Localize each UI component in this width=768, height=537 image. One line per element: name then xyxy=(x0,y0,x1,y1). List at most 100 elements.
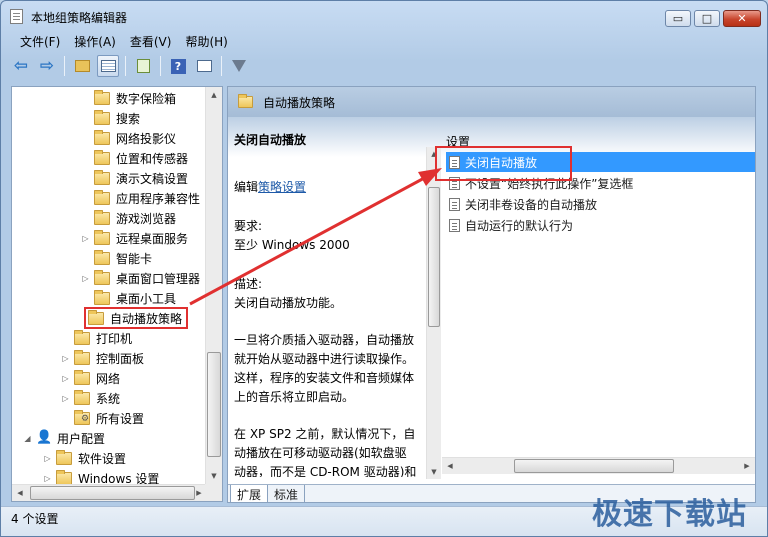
folder-icon xyxy=(88,309,104,325)
description-value: 关闭自动播放功能。 xyxy=(234,296,343,310)
tree-expander[interactable]: ▷ xyxy=(42,454,53,463)
folder-icon xyxy=(94,249,110,265)
tree-vertical-scrollbar[interactable]: ▲ ▼ xyxy=(205,87,222,484)
filter-button[interactable] xyxy=(228,55,250,77)
scroll-up-icon[interactable]: ▲ xyxy=(206,87,222,103)
folder-icon xyxy=(94,129,110,145)
policy-editor-icon xyxy=(10,9,23,24)
app-window: 本地组策略编辑器 ▭ □ ✕ 文件(F) 操作(A) 查看(V) 帮助(H) ⇦… xyxy=(0,0,768,537)
export-list-button[interactable] xyxy=(132,55,154,77)
window-controls: ▭ □ ✕ xyxy=(665,10,761,27)
export-icon xyxy=(136,59,150,73)
folder-icon xyxy=(74,389,90,405)
menu-action[interactable]: 操作(A) xyxy=(67,31,123,51)
edit-policy-link[interactable]: 策略设置 xyxy=(258,180,306,194)
close-button[interactable]: ✕ xyxy=(723,10,761,27)
scroll-left-icon[interactable]: ◀ xyxy=(12,485,28,501)
tree-item[interactable]: 智能卡 xyxy=(80,248,152,268)
list-item[interactable]: 自动运行的默认行为 xyxy=(446,215,755,235)
tab-extended[interactable]: 扩展 xyxy=(230,485,269,502)
forward-button[interactable]: ⇨ xyxy=(36,55,58,77)
maximize-button[interactable]: □ xyxy=(694,10,720,27)
tree-item[interactable]: ▷ 桌面窗口管理器 xyxy=(80,268,200,288)
tree-item[interactable]: 打印机 xyxy=(60,328,132,348)
tree-expander[interactable]: ▷ xyxy=(42,474,53,483)
help-button[interactable]: ? xyxy=(167,55,189,77)
edit-policy-line: 编辑策略设置 xyxy=(234,180,307,194)
tree-item-autoplay-policies[interactable]: 自动播放策略 xyxy=(84,307,189,329)
console-tree: 数字保险箱 搜索 网络投影仪 位置和传感器 演示文稿设置 应用程序兼容性 游戏浏… xyxy=(11,86,223,502)
tree-item[interactable]: 游戏浏览器 xyxy=(80,208,176,228)
tree-item[interactable]: ▷ 软件设置 xyxy=(42,448,126,468)
menu-help[interactable]: 帮助(H) xyxy=(178,31,234,51)
tree-item[interactable]: 演示文稿设置 xyxy=(80,168,188,188)
tree-hscroll-thumb[interactable] xyxy=(30,486,195,500)
tree-item-user-configuration[interactable]: ◢ 👤 用户配置 xyxy=(22,428,105,448)
tree-expander[interactable]: ◢ xyxy=(22,434,33,443)
minimize-icon: ▭ xyxy=(672,12,684,25)
list-horizontal-scrollbar[interactable]: ◀ ▶ xyxy=(442,457,755,474)
back-arrow-icon: ⇦ xyxy=(13,56,29,76)
menu-file[interactable]: 文件(F) xyxy=(13,31,67,51)
folder-icon xyxy=(74,329,90,345)
title-bar: 本地组策略编辑器 ▭ □ ✕ xyxy=(1,1,767,31)
minimize-button[interactable]: ▭ xyxy=(665,10,691,27)
folder-icon xyxy=(74,369,90,385)
forward-arrow-icon: ⇨ xyxy=(39,56,55,76)
scroll-left-icon[interactable]: ◀ xyxy=(442,458,458,474)
toolbar-separator xyxy=(221,56,222,76)
tree-scroll-thumb[interactable] xyxy=(207,352,221,457)
console-tree-icon xyxy=(100,60,116,72)
tree-expander[interactable]: ▷ xyxy=(60,354,71,363)
description-scrollbar[interactable]: ▲ ▼ xyxy=(426,147,441,479)
tree-item[interactable]: 搜索 xyxy=(80,108,140,128)
list-hscroll-thumb[interactable] xyxy=(514,459,674,473)
tree-item[interactable]: 应用程序兼容性 xyxy=(80,188,200,208)
description-pane: 关闭自动播放 编辑策略设置 要求: 至少 Windows 2000 描述: 关闭… xyxy=(228,127,426,477)
policy-setting-icon xyxy=(449,218,460,232)
filter-icon xyxy=(232,60,246,72)
menu-view[interactable]: 查看(V) xyxy=(123,31,179,51)
tree-item[interactable]: ▷ 控制面板 xyxy=(60,348,144,368)
settings-folder-icon xyxy=(74,409,90,425)
tree-expander[interactable]: ▷ xyxy=(60,394,71,403)
folder-icon xyxy=(94,109,110,125)
menu-bar: 文件(F) 操作(A) 查看(V) 帮助(H) xyxy=(1,31,767,51)
properties-button[interactable] xyxy=(193,55,215,77)
scroll-right-icon[interactable]: ▶ xyxy=(739,458,755,474)
tree-item[interactable]: ▷ 远程桌面服务 xyxy=(80,228,188,248)
tree-expander[interactable]: ▷ xyxy=(80,234,91,243)
policy-setting-icon xyxy=(449,197,460,211)
tree-item[interactable]: 数字保险箱 xyxy=(80,88,176,108)
help-icon: ? xyxy=(170,58,186,74)
show-hide-tree-button[interactable] xyxy=(97,55,119,77)
scroll-down-icon[interactable]: ▼ xyxy=(427,465,441,479)
folder-icon xyxy=(94,289,110,305)
status-text: 4 个设置 xyxy=(11,512,59,526)
window-title: 本地组策略编辑器 xyxy=(31,11,128,25)
folder-icon xyxy=(94,169,110,185)
tree-item[interactable]: ▷ 系统 xyxy=(60,388,120,408)
requirements-value: 至少 Windows 2000 xyxy=(234,238,350,252)
back-button[interactable]: ⇦ xyxy=(10,55,32,77)
tree-expander[interactable]: ▷ xyxy=(80,274,91,283)
list-item[interactable]: 关闭非卷设备的自动播放 xyxy=(446,194,755,214)
folder-icon xyxy=(74,349,90,365)
toolbar: ⇦ ⇨ ? xyxy=(1,53,767,79)
description-paragraph: 一旦将介质插入驱动器，自动播放就开始从驱动器中进行读取操作。这样，程序的安装文件… xyxy=(234,333,415,404)
up-level-button[interactable] xyxy=(71,55,93,77)
folder-icon xyxy=(94,269,110,285)
description-scroll-thumb[interactable] xyxy=(428,187,440,327)
tree-item[interactable]: 所有设置 xyxy=(60,408,144,428)
tree-item[interactable]: ▷ 网络 xyxy=(60,368,120,388)
tree-item[interactable]: 位置和传感器 xyxy=(80,148,188,168)
tree-expander[interactable]: ▷ xyxy=(60,374,71,383)
tab-standard[interactable]: 标准 xyxy=(268,485,306,502)
tree-item[interactable]: 网络投影仪 xyxy=(80,128,176,148)
scroll-corner xyxy=(205,484,222,501)
scroll-down-icon[interactable]: ▼ xyxy=(206,468,222,484)
description-paragraph: 在 XP SP2 之前，默认情况下，自动播放在可移动驱动器(如软盘驱动器，而不是… xyxy=(234,427,417,477)
user-icon: 👤 xyxy=(36,430,53,445)
tree-item[interactable]: 桌面小工具 xyxy=(80,288,176,308)
tree-horizontal-scrollbar[interactable]: ◀ ▶ xyxy=(12,484,207,501)
